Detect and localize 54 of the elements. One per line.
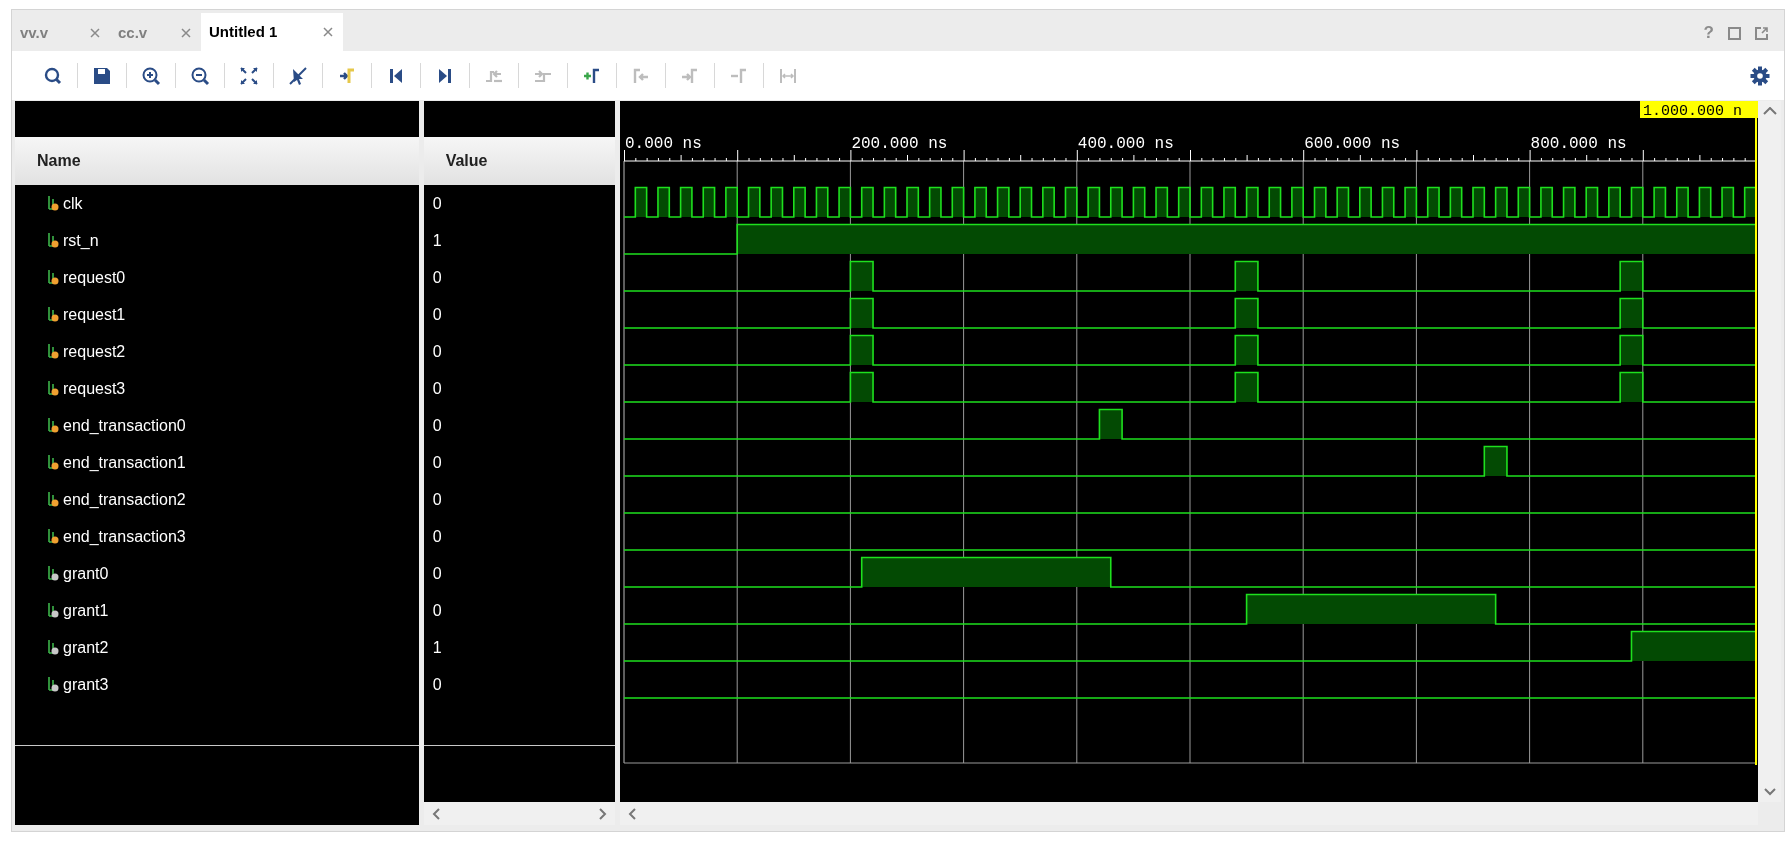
signal-value: 0 [432,452,442,473]
close-icon[interactable] [90,28,100,38]
signal-name[interactable]: rst_n [63,228,99,253]
signal-value: 0 [432,341,442,362]
signal-name[interactable]: clk [63,191,83,216]
time-label: 400.000 ns [1077,135,1174,153]
scroll-right-icon[interactable] [599,807,607,820]
scroll-left-icon[interactable] [628,807,636,820]
signal-value: 0 [432,526,442,547]
cursor-time-label: 1.000.000 n [1640,101,1758,120]
signal-name[interactable]: request2 [63,339,126,364]
column-header[interactable]: Name [37,149,81,173]
signal-name[interactable]: end_transaction2 [63,487,186,512]
signal-value: 0 [432,304,442,325]
pop-out-icon[interactable] [1755,26,1768,40]
settings-icon[interactable] [1750,65,1770,86]
signal-name[interactable]: end_transaction3 [63,524,186,549]
signal-value: 0 [432,563,442,584]
signal-value: 1 [432,230,442,251]
signal-value: 0 [432,415,442,436]
signal-value: 0 [432,267,442,288]
signal-name[interactable]: request0 [63,265,126,290]
zoom-in-icon[interactable] [140,65,161,86]
signal-value: 0 [432,193,442,214]
time-label: 600.000 ns [1304,135,1401,153]
zoom-out-icon[interactable] [189,65,210,86]
signal-name[interactable]: grant0 [63,561,109,586]
column-header[interactable]: Value [445,149,488,173]
maximize-icon[interactable] [1728,26,1741,40]
signal-value: 1 [432,637,442,658]
signal-name[interactable]: grant1 [63,598,109,623]
signal-name[interactable]: request3 [63,376,126,401]
signal-value: 0 [432,600,442,621]
signal-value: 0 [432,378,442,399]
tab[interactable]: Untitled 1 [201,13,343,51]
crossed-pointer-icon[interactable] [287,65,308,86]
signal-name[interactable]: end_transaction1 [63,450,186,475]
signal-name[interactable]: end_transaction0 [63,413,186,438]
time-label: 200.000 ns [851,135,948,153]
signal-name[interactable]: request1 [63,302,126,327]
time-label: 800.000 ns [1530,135,1627,153]
scroll-down-icon[interactable] [1763,788,1776,796]
signal-value: 0 [432,674,442,695]
signal-name[interactable]: grant3 [63,672,109,697]
scroll-up-icon[interactable] [1762,107,1777,115]
close-icon[interactable] [323,27,333,37]
close-icon[interactable] [181,28,191,38]
signal-name[interactable]: grant2 [63,635,109,660]
expand-arrows-icon[interactable] [238,65,259,86]
save-icon[interactable] [91,65,112,86]
signal-value: 0 [432,489,442,510]
scroll-left-icon[interactable] [431,807,440,820]
search-icon[interactable] [42,65,63,86]
time-label: 0.000 ns [625,135,702,153]
